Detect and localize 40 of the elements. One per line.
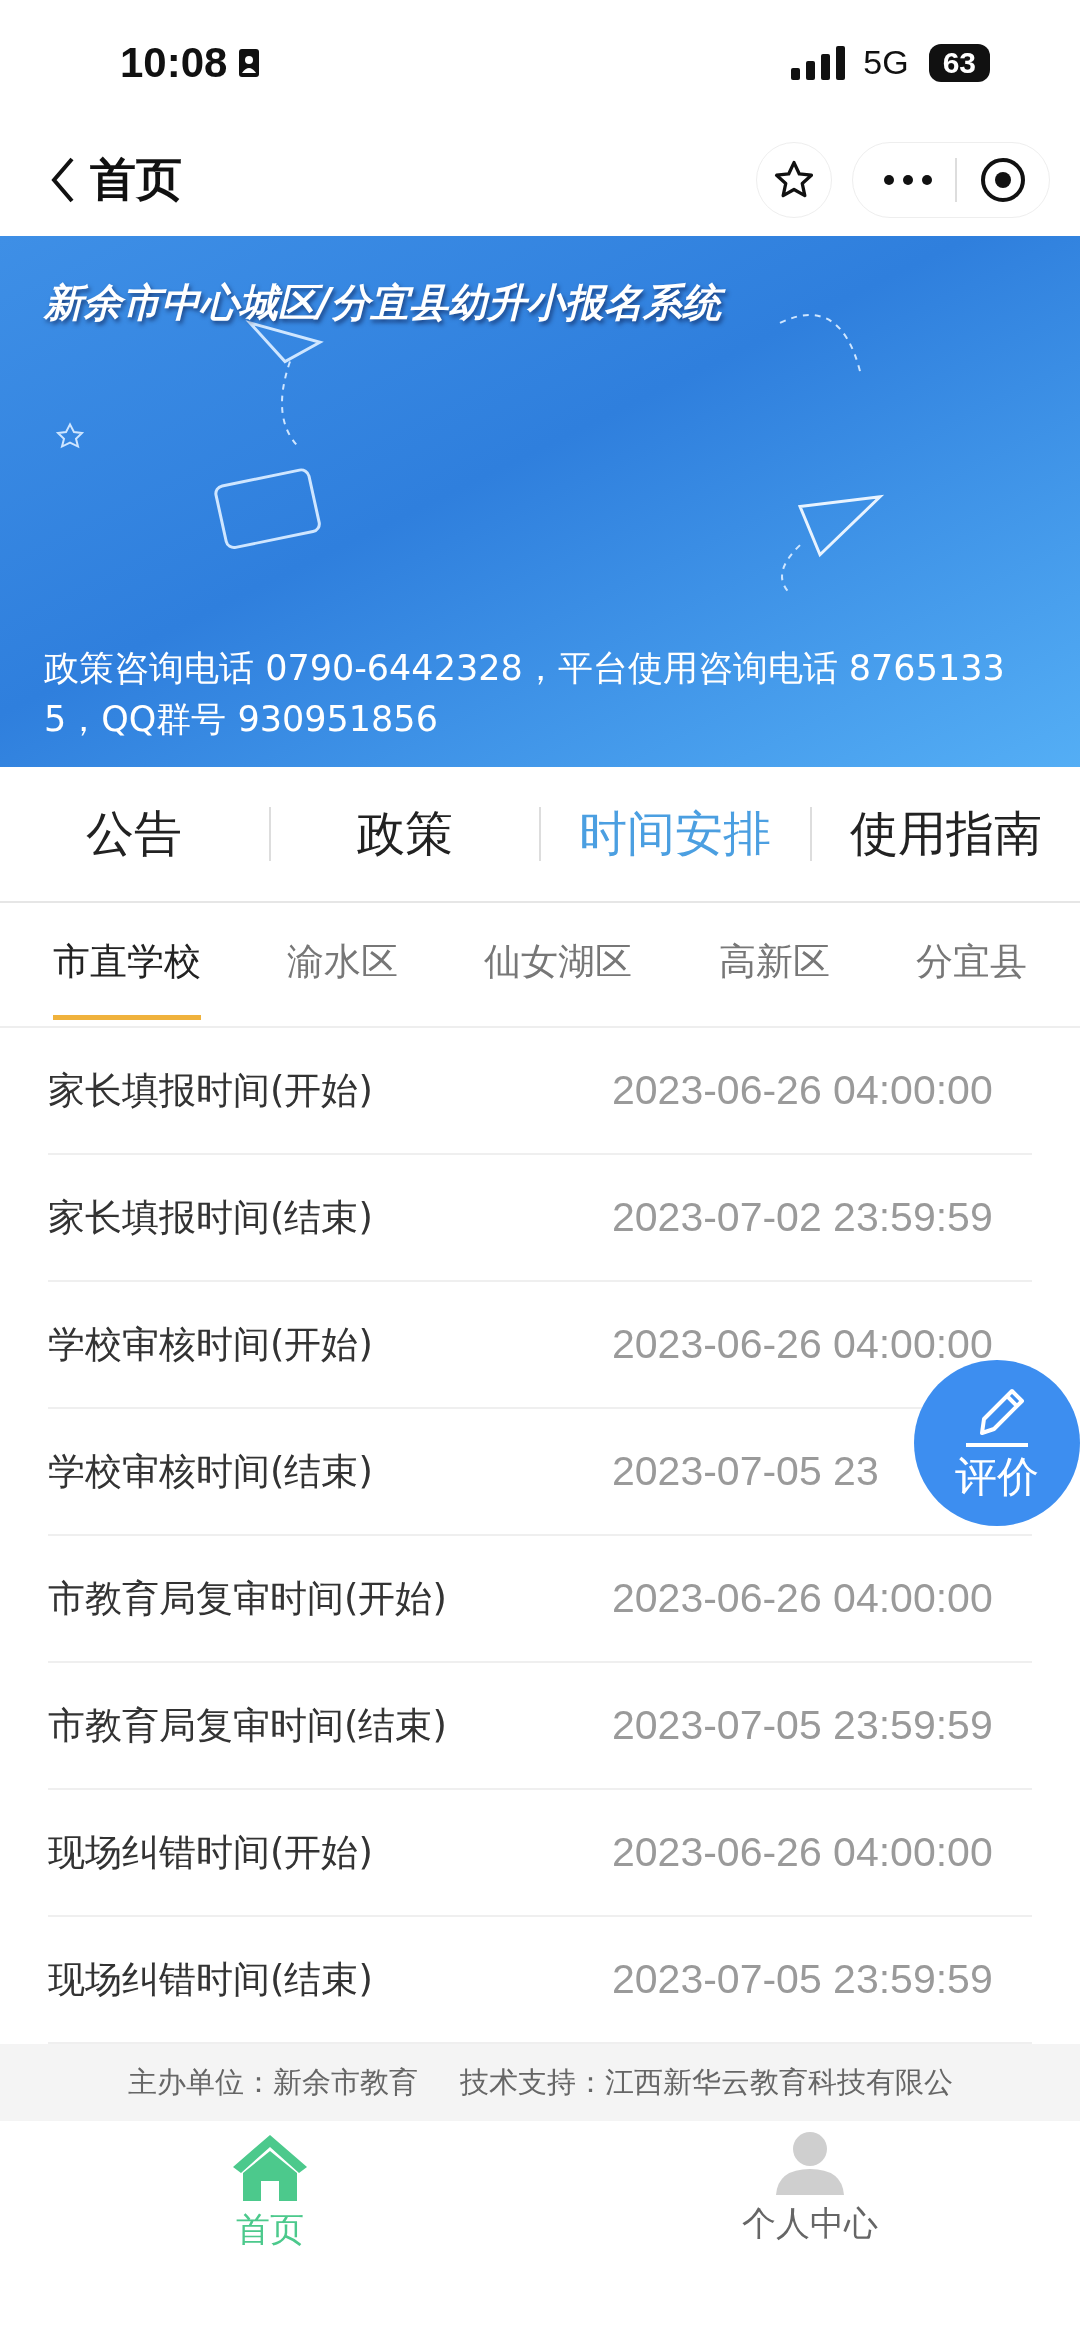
schedule-label: 市教育局复审时间(开始) — [48, 1576, 447, 1622]
section-tab[interactable]: 公告 — [0, 802, 269, 867]
person-icon — [774, 2131, 846, 2196]
signal-icon — [791, 45, 846, 80]
page-title: 首页 — [90, 151, 182, 209]
schedule-label: 现场纠错时间(结束) — [48, 1957, 373, 2003]
schedule-label: 家长填报时间(结束) — [48, 1195, 373, 1241]
schedule-time: 2023-07-02 23:59:59 — [612, 1194, 993, 1241]
sponsor-text: 主办单位：新余市教育 — [127, 2063, 418, 2101]
district-tab[interactable]: 市直学校 — [53, 909, 202, 1021]
close-target-icon[interactable] — [979, 156, 1027, 205]
district-tab[interactable]: 渝水区 — [287, 909, 399, 1021]
back-icon[interactable] — [50, 156, 76, 205]
schedule-time: 2023-06-26 04:00:00 — [612, 1829, 993, 1876]
section-tab[interactable]: 使用指南 — [811, 802, 1080, 867]
schedule-time: 2023-07-05 23:59:59 — [612, 1702, 993, 1749]
schedule-label: 家长填报时间(开始) — [48, 1068, 373, 1114]
review-button[interactable]: 评价 — [914, 1360, 1080, 1527]
section-tab[interactable]: 时间安排 — [541, 802, 810, 867]
schedule-label: 现场纠错时间(开始) — [48, 1830, 373, 1876]
network-label: 5G — [863, 43, 909, 82]
more-icon[interactable] — [883, 174, 933, 187]
district-tab[interactable]: 仙女湖区 — [484, 909, 633, 1021]
schedule-label: 市教育局复审时间(结束) — [48, 1703, 447, 1749]
schedule-time: 2023-06-26 04:00:00 — [612, 1575, 993, 1622]
support-text: 技术支持：江西新华云教育科技有限公 — [459, 2063, 953, 2101]
schedule-time: 2023-07-05 23 — [612, 1448, 879, 1495]
battery-indicator: 63 — [928, 43, 990, 82]
schedule-time: 2023-07-05 23:59:59 — [612, 1956, 993, 2003]
schedule-label: 学校审核时间(开始) — [48, 1322, 373, 1368]
schedule-label: 学校审核时间(结束) — [48, 1449, 373, 1495]
id-card-icon — [239, 48, 260, 77]
district-tab[interactable]: 分宜县 — [915, 909, 1027, 1021]
bottom-tab[interactable]: 个人中心 — [540, 2131, 1080, 2248]
district-tab[interactable]: 高新区 — [718, 909, 830, 1021]
banner-title: 新余市中心城区/分宜县幼升小报名系统 — [44, 275, 1036, 330]
schedule-time: 2023-06-26 04:00:00 — [612, 1067, 993, 1114]
section-tab[interactable]: 政策 — [270, 802, 539, 867]
status-time: 10:08 — [120, 38, 228, 87]
contact-info: 政策咨询电话 0790-6442328，平台使用咨询电话 87651335，QQ群号 930951856 — [44, 647, 1006, 742]
